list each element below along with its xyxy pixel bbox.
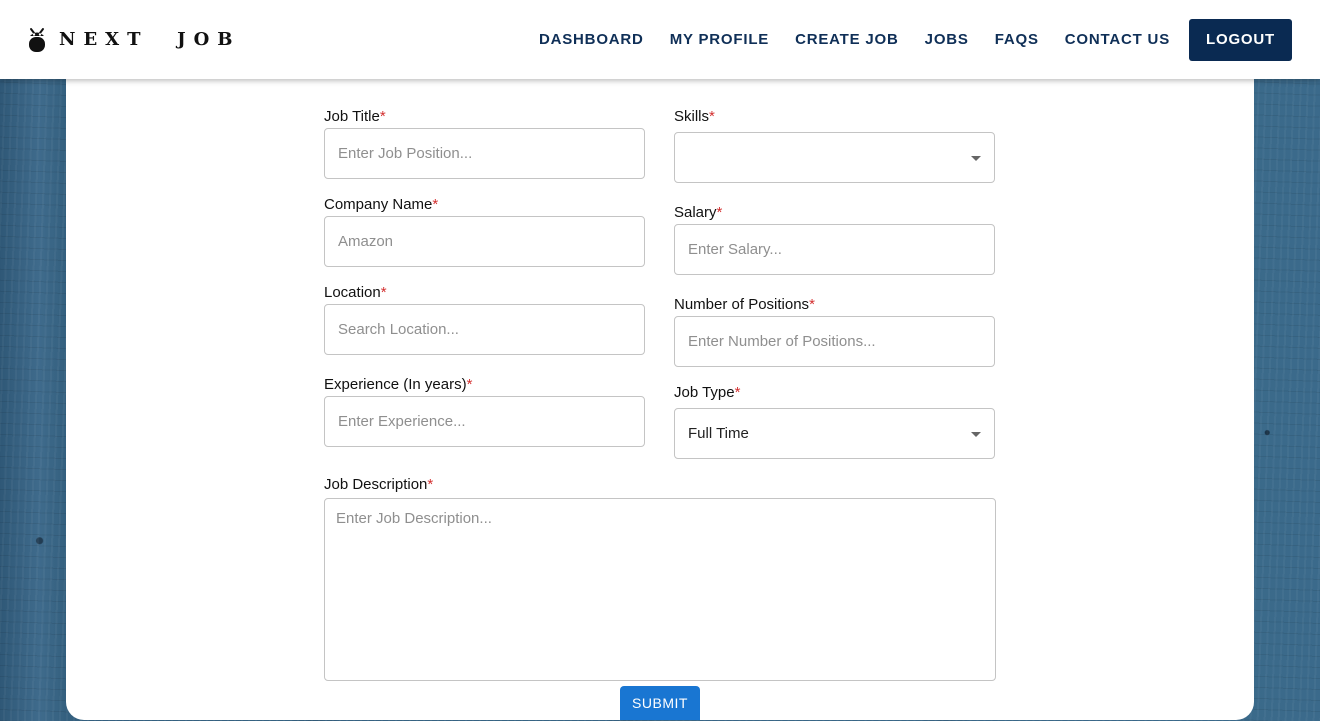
required-mark: *: [432, 196, 439, 213]
main-nav: DASHBOARD MY PROFILE CREATE JOB JOBS FAQ…: [539, 18, 1292, 61]
required-mark: *: [716, 204, 723, 221]
nav-my-profile[interactable]: MY PROFILE: [670, 31, 769, 48]
experience-label-text: Experience (In years): [324, 376, 467, 393]
company-name-label: Company Name*: [324, 196, 438, 213]
description-textarea[interactable]: [324, 498, 996, 681]
required-mark: *: [809, 296, 815, 313]
required-mark: *: [380, 284, 387, 301]
brand-name: NEXT JOB: [59, 29, 241, 50]
caret-down-icon: [971, 432, 981, 437]
job-type-label: Job Type*: [674, 384, 740, 401]
required-mark: *: [427, 476, 434, 493]
company-name-input[interactable]: [324, 216, 645, 267]
salary-label: Salary*: [674, 204, 722, 221]
nav-dashboard[interactable]: DASHBOARD: [539, 31, 644, 48]
job-title-label-text: Job Title: [324, 108, 380, 125]
description-label-text: Job Description: [324, 476, 428, 493]
top-navbar: NEXT JOB DASHBOARD MY PROFILE CREATE JOB…: [0, 0, 1320, 79]
job-type-select[interactable]: Full Time: [674, 408, 995, 459]
job-title-label: Job Title*: [324, 108, 386, 125]
caret-down-icon: [971, 156, 981, 161]
experience-label: Experience (In years)*: [324, 376, 472, 393]
location-label-text: Location: [324, 284, 381, 301]
job-title-input[interactable]: [324, 128, 645, 179]
job-type-value: Full Time: [688, 425, 749, 442]
job-type-label-text: Job Type: [674, 384, 735, 401]
skills-label: Skills*: [674, 108, 715, 125]
skills-label-text: Skills: [674, 108, 710, 125]
bug-icon: [27, 27, 47, 53]
nav-create-job[interactable]: CREATE JOB: [795, 31, 899, 48]
required-mark: *: [379, 108, 386, 125]
skills-select[interactable]: [674, 132, 995, 183]
nav-contact-us[interactable]: CONTACT US: [1065, 31, 1170, 48]
nav-faqs[interactable]: FAQS: [995, 31, 1039, 48]
salary-label-text: Salary: [674, 204, 717, 221]
positions-input[interactable]: [674, 316, 995, 367]
required-mark: *: [734, 384, 741, 401]
logout-button[interactable]: LOGOUT: [1189, 18, 1292, 61]
brand-logo[interactable]: NEXT JOB: [27, 27, 240, 53]
positions-label: Number of Positions*: [674, 296, 815, 313]
required-mark: *: [709, 108, 715, 125]
required-mark: *: [466, 376, 473, 393]
salary-input[interactable]: [674, 224, 995, 275]
experience-input[interactable]: [324, 396, 645, 447]
description-label: Job Description*: [324, 476, 433, 493]
submit-button[interactable]: SUBMIT: [620, 686, 700, 720]
location-label: Location*: [324, 284, 387, 301]
positions-label-text: Number of Positions: [674, 296, 810, 313]
location-input[interactable]: [324, 304, 645, 355]
nav-jobs[interactable]: JOBS: [925, 31, 969, 48]
company-name-label-text: Company Name: [324, 196, 433, 213]
